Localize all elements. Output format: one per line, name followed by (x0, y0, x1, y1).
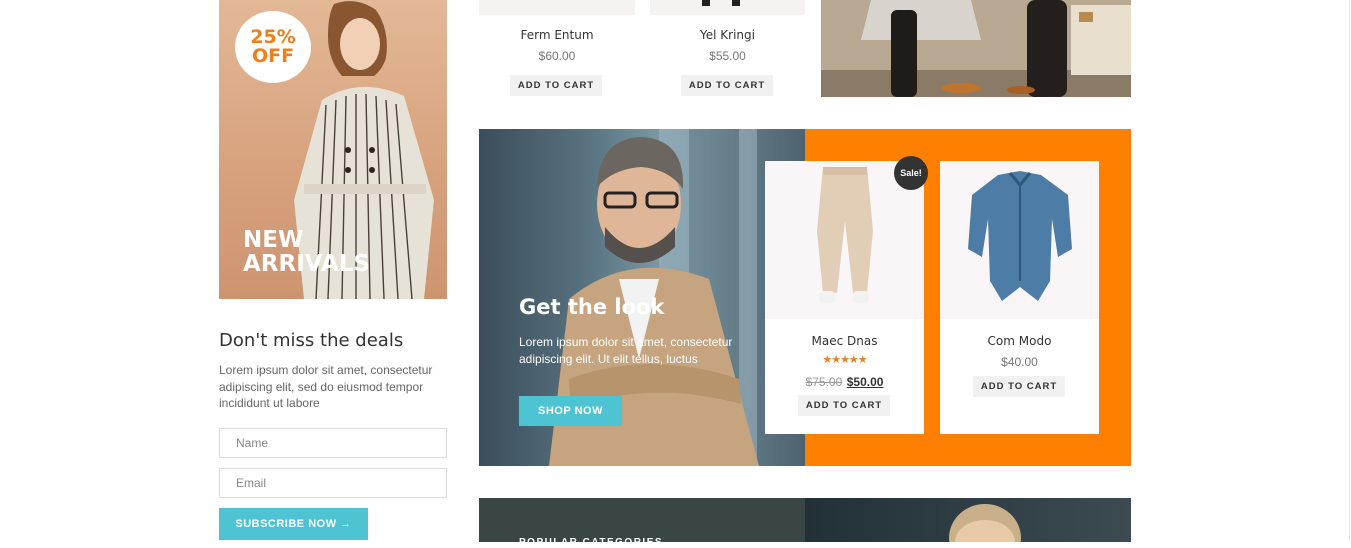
promo-headline: NEW ARRIVALS (243, 228, 443, 276)
add-to-cart-button[interactable]: ADD TO CART (510, 75, 602, 96)
denim-shirt-image (968, 171, 1072, 301)
add-to-cart-button[interactable]: ADD TO CART (973, 376, 1065, 397)
product-thumb-ferm-entum[interactable] (479, 0, 635, 15)
discount-off-label: OFF (251, 45, 295, 67)
get-the-look-description: Lorem ipsum dolor sit amet, consectetur … (519, 335, 733, 366)
sale-price: $50.00 (846, 375, 884, 389)
name-input[interactable]: Name (219, 428, 447, 458)
add-to-cart-button[interactable]: ADD TO CART (798, 395, 890, 416)
discount-badge: 25% OFF (235, 11, 311, 83)
popular-categories-banner[interactable] (479, 498, 805, 542)
product-name[interactable]: Maec Dnas (765, 334, 924, 348)
child-portrait-image[interactable] (805, 498, 1131, 542)
boots-lifestyle-image[interactable] (821, 0, 1131, 97)
subscribe-button[interactable]: SUBSCRIBE NOW → (219, 508, 368, 540)
rating-stars: ★★★★★ (822, 354, 867, 366)
popular-categories-label: POPULAR CATEGORIES (519, 537, 664, 548)
deals-title: Don't miss the deals (219, 330, 404, 351)
add-to-cart-button[interactable]: ADD TO CART (681, 75, 773, 96)
product-name[interactable]: Ferm Entum (479, 28, 635, 42)
get-the-look-title: Get the look (519, 295, 665, 319)
product-price: $60.00 (538, 49, 576, 63)
product-thumb-yel-kringi[interactable] (650, 0, 805, 15)
boots-photo-illustration (821, 0, 1131, 97)
product-name[interactable]: Yel Kringi (650, 28, 805, 42)
child-hair-illustration (949, 504, 1021, 542)
shoe-image (702, 0, 740, 6)
shop-now-button[interactable]: SHOP NOW (519, 396, 622, 426)
sale-badge: Sale! (894, 156, 928, 190)
deals-description: Lorem ipsum dolor sit amet, consectetur … (219, 363, 433, 410)
new-arrivals-banner[interactable]: 25% OFF NEW ARRIVALS (219, 0, 447, 299)
email-placeholder: Email (236, 476, 267, 490)
promo-headline-line2: ARRIVALS (243, 251, 371, 277)
product-card-com-modo[interactable]: Com Modo $40.00 ADD TO CART (940, 161, 1099, 434)
product-price: $40.00 (1001, 355, 1038, 369)
product-image-denim-shirt[interactable] (940, 161, 1099, 319)
email-input[interactable]: Email (219, 468, 447, 498)
product-price: $55.00 (709, 49, 746, 63)
page-edge-divider (1349, 0, 1350, 542)
old-price: $75.00 (805, 375, 843, 389)
price-row: $75.00 $50.00 (765, 373, 924, 391)
product-name[interactable]: Com Modo (940, 334, 1099, 348)
promo-headline-line1: NEW (243, 227, 304, 253)
product-card-maec-dnas[interactable]: Maec Dnas ★★★★★ $75.00 $50.00 ADD TO CAR… (765, 161, 924, 434)
name-placeholder: Name (236, 436, 269, 450)
